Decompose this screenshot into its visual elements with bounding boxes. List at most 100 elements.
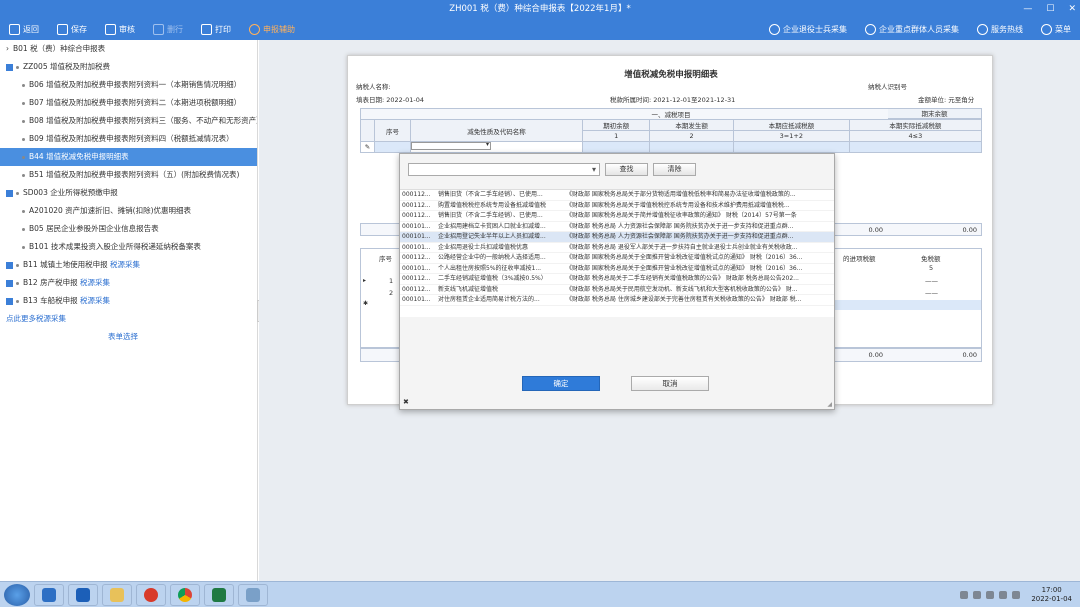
network-icon[interactable] bbox=[999, 590, 1008, 599]
list-item[interactable]: 000112... 销售旧货（不含二手车经销）、已使用... 《财政部 国家税务总局… bbox=[400, 211, 834, 222]
taskbar-app-chrome[interactable] bbox=[170, 583, 200, 606]
tray-icon[interactable] bbox=[986, 590, 995, 599]
tax-source-link[interactable]: 税源采集 bbox=[110, 260, 140, 269]
toolbar-button-4[interactable]: 打印 bbox=[192, 18, 240, 40]
sidebar-item-b01[interactable]: › B01 税（费）种综合申报表 bbox=[0, 40, 257, 58]
toolbar-right-button-1[interactable]: 企业重点群体人员采集 bbox=[856, 18, 968, 40]
clear-button[interactable]: 清除 bbox=[653, 163, 696, 176]
bullet-icon bbox=[22, 227, 25, 231]
taskbar-app-excel[interactable] bbox=[204, 583, 234, 606]
bullet-icon bbox=[22, 101, 25, 105]
sum-cell-1: 0.00 bbox=[868, 226, 883, 234]
opening-cell[interactable] bbox=[581, 141, 651, 153]
sidebar-item-b09[interactable]: B09 增值税及附加税费申报表附列资料四（税额抵减情况表） bbox=[0, 130, 257, 148]
search-button[interactable]: 查找 bbox=[605, 163, 648, 176]
volume-icon[interactable] bbox=[1012, 590, 1021, 599]
sidebar-item-b44[interactable]: B44 增值税减免税申报明细表 bbox=[0, 148, 257, 166]
taxpayer-id-label: 纳税人识别号 bbox=[868, 83, 907, 91]
confirm-button[interactable]: 确定 bbox=[522, 376, 600, 391]
list-item[interactable]: 000112... 销售旧货（不含二手车经销）、已使用... 《财政部 国家税务总局… bbox=[400, 190, 834, 201]
actual-cell[interactable] bbox=[848, 141, 983, 153]
toolbar-right-button-0[interactable]: 企业退役士兵采集 bbox=[760, 18, 856, 40]
app-window: ZH001 税（费）种综合申报表【2022年1月】* — ☐ ✕ 返回 保存 审核删… bbox=[0, 0, 1080, 607]
sidebar-item-b08[interactable]: B08 增值税及附加税费申报表附列资料三（服务、不动产和无形资产） bbox=[0, 112, 257, 130]
list-item[interactable]: 000101... 企业招用登记失业半年以上人员扣减增... 《财政部 税务总局 人… bbox=[400, 232, 834, 243]
bottom-sum-2: 0.00 bbox=[962, 351, 977, 359]
checkbox-icon[interactable] bbox=[6, 279, 13, 287]
toolbar-icon bbox=[153, 23, 164, 35]
sidebar-item-a201020[interactable]: A201020 资产加速折旧、摊销(扣除)优惠明细表 bbox=[0, 202, 257, 220]
sidebar-item-b05[interactable]: B05 居民企业参股外国企业信息报告表 bbox=[0, 220, 257, 238]
bullet-icon bbox=[22, 245, 25, 249]
expand-icon[interactable]: › bbox=[6, 44, 9, 53]
taskbar-app-outlook[interactable] bbox=[68, 583, 98, 606]
list-item[interactable]: 000101... 个人出租住房按照5%的征收率减按1... 《财政部 国家税务总局… bbox=[400, 264, 834, 274]
sidebar-item-b13[interactable]: B13 车船税申报 税源采集 bbox=[0, 292, 257, 310]
list-item[interactable]: 000101... 对住房租赁企业适用简易计税方法的... 《财政部 税务总局 住房… bbox=[400, 295, 834, 306]
toolbar-icon bbox=[201, 23, 212, 35]
minimize-icon[interactable]: — bbox=[1023, 0, 1032, 18]
col-opening: 期初余额 bbox=[581, 119, 651, 131]
taskbar-app-lync[interactable] bbox=[34, 583, 64, 606]
maximize-icon[interactable]: ☐ bbox=[1046, 0, 1054, 18]
toolbar-button-0[interactable]: 返回 bbox=[0, 18, 48, 40]
col-indicator bbox=[360, 119, 375, 142]
taskbar-app-window[interactable] bbox=[238, 583, 268, 606]
list-item[interactable]: 000112... 购置增值税税控系统专用设备抵减增值税 《财政部 国家税务总局关于… bbox=[400, 201, 834, 211]
toolbar-icon bbox=[105, 23, 116, 35]
sidebar: › B01 税（费）种综合申报表 ZZ005 增值税及附加税费 B06 增值税及附加税… bbox=[0, 40, 258, 581]
name-combo[interactable]: ▾ bbox=[410, 141, 583, 153]
deduct-cell[interactable] bbox=[732, 141, 850, 153]
list-item[interactable]: 000101... 企业招用建档立卡贫困人口就业扣减增... 《财政部 税务总局 人… bbox=[400, 222, 834, 232]
dot-icon bbox=[16, 263, 19, 267]
start-button[interactable] bbox=[4, 583, 30, 606]
list-item[interactable]: 000112... 新支线飞机减征增值税 《财政部 税务总局关于民用航空发动机、新支… bbox=[400, 285, 834, 295]
tray-icon[interactable] bbox=[973, 590, 982, 599]
sidebar-item-b06[interactable]: B06 增值税及附加税费申报表附列资料一（本期销售情况明细） bbox=[0, 76, 257, 94]
list-item[interactable]: 000101... 企业招用退役士兵扣减增值税优惠 《财政部 税务总局 退役军人部关… bbox=[400, 243, 834, 253]
tax-source-link[interactable]: 税源采集 bbox=[80, 296, 110, 305]
toolbar-button-1[interactable]: 保存 bbox=[48, 18, 96, 40]
checkbox-icon[interactable] bbox=[6, 189, 13, 197]
seq-cell[interactable] bbox=[374, 141, 411, 153]
checkbox-icon[interactable] bbox=[6, 297, 13, 305]
tray-icon[interactable] bbox=[960, 590, 969, 599]
tax-source-link[interactable]: 税源采集 bbox=[80, 278, 110, 287]
sidebar-tree: › B01 税（费）种综合申报表 ZZ005 增值税及附加税费 B06 增值税及附加税… bbox=[0, 40, 257, 310]
bullet-icon bbox=[22, 173, 25, 177]
fill-date: 填表日期: 2022-01-04 bbox=[356, 96, 425, 104]
new-row-icon: ✱ bbox=[363, 300, 369, 307]
bullet-icon bbox=[22, 155, 25, 159]
sidebar-item-b101[interactable]: B101 技术成果投资入股企业所得税递延纳税备案表 bbox=[0, 238, 257, 256]
close-icon[interactable]: ✕ bbox=[1068, 0, 1076, 18]
taskbar-app-red[interactable] bbox=[136, 583, 166, 606]
resize-grip-icon[interactable]: ◢ bbox=[827, 401, 832, 408]
exempt-input-cell[interactable] bbox=[833, 300, 981, 310]
checkbox-icon[interactable] bbox=[6, 63, 13, 71]
checkbox-icon[interactable] bbox=[6, 261, 13, 269]
list-item[interactable]: 000112... 公路经营企业中的一般纳税人选择适用... 《财政部 国家税务总局… bbox=[400, 253, 834, 264]
sidebar-item-b12[interactable]: B12 房产税申报 税源采集 bbox=[0, 274, 257, 292]
sidebar-item-sd003[interactable]: SD003 企业所得税预缴申报 bbox=[0, 184, 257, 202]
dialog-close-icon[interactable]: ✖ bbox=[403, 398, 409, 406]
toolbar-button-2[interactable]: 审核 bbox=[96, 18, 144, 40]
taskbar-app-folder[interactable] bbox=[102, 583, 132, 606]
assist-button[interactable]: 申报辅助 bbox=[240, 18, 304, 40]
toolbar-button-3[interactable]: 删行 bbox=[144, 18, 192, 40]
sidebar-item-b51[interactable]: B51 增值税及附加税费申报表附列资料（五）(附加税费情况表) bbox=[0, 166, 257, 184]
reduction-code-list: 000112... 销售旧货（不含二手车经销）、已使用... 《财政部 国家税务总局… bbox=[400, 189, 834, 317]
more-tax-sources-link[interactable]: 点此更多税源采集 bbox=[0, 310, 257, 328]
col-deduct: 本期应抵减税额 bbox=[732, 119, 850, 131]
current-cell[interactable] bbox=[649, 141, 734, 153]
clock[interactable]: 17:00 2022-01-04 bbox=[1031, 586, 1072, 604]
sidebar-item-b11[interactable]: B11 城镇土地使用税申报 税源采集 bbox=[0, 256, 257, 274]
filter-select[interactable] bbox=[408, 163, 600, 176]
toolbar-right-button-3[interactable]: 菜单 bbox=[1032, 18, 1080, 40]
sidebar-item-b07[interactable]: B07 增值税及附加税费申报表附列资料二（本期进项税额明细） bbox=[0, 94, 257, 112]
menu-select-link[interactable]: 表单选择 bbox=[0, 328, 257, 346]
cancel-button[interactable]: 取消 bbox=[631, 376, 709, 391]
list-item[interactable]: 000112... 二手车经销减征增值税（3%减按0.5%） 《财政部 税务总局关于… bbox=[400, 274, 834, 285]
toolbar-right-button-2[interactable]: 服务热线 bbox=[968, 18, 1032, 40]
toolbar-icon bbox=[769, 23, 780, 35]
sidebar-item-zz005[interactable]: ZZ005 增值税及附加税费 bbox=[0, 58, 257, 76]
